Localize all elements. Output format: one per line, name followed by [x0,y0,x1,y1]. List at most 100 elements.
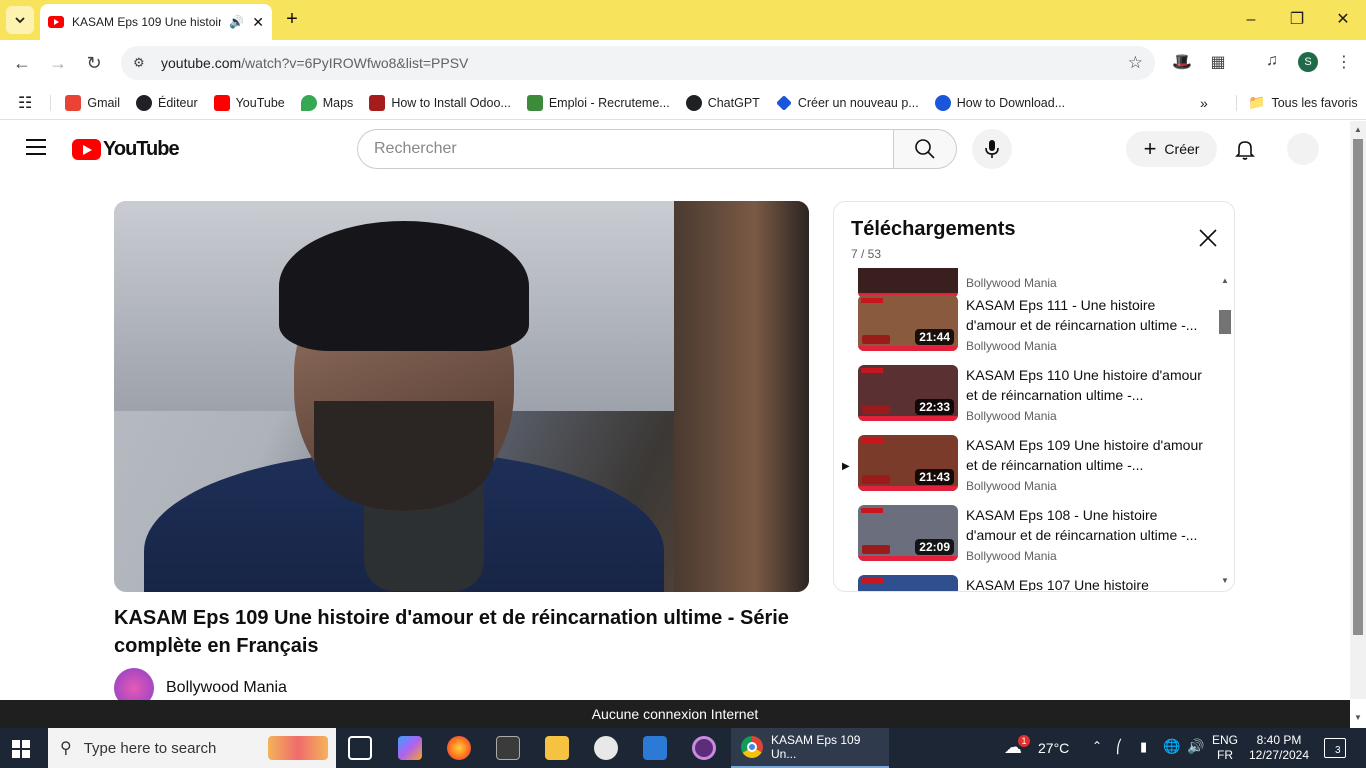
windows-start-icon[interactable] [12,740,30,758]
close-tab-icon[interactable]: ✕ [252,14,264,31]
scroll-up-arrow-icon[interactable]: ▲ [1221,276,1229,285]
bookmark-maps[interactable]: Maps [300,94,354,111]
search-icon: ⚲ [60,740,72,757]
more-bookmarks-icon[interactable]: » [1200,95,1208,111]
volume-icon[interactable]: 🔊 [1187,738,1204,755]
create-button[interactable]: + Créer [1126,131,1217,167]
address-bar[interactable]: ⚙ youtube.com/watch?v=6PyIROWfwo8&list=P… [121,46,1155,80]
umbrella-app-icon[interactable] [594,736,618,760]
browser-tab-active[interactable]: KASAM Eps 109 Une histoire d'amour 🔊 ✕ [40,4,272,40]
apps-grid-icon[interactable]: ☷ [18,93,32,113]
close-playlist-icon[interactable] [1196,226,1220,250]
bookmark-label: Éditeur [158,95,198,110]
close-window-icon[interactable]: ✕ [1331,8,1355,32]
vscode-icon[interactable] [643,736,667,760]
bookmark-download[interactable]: How to Download... [934,94,1065,111]
playlist-title[interactable]: Téléchargements [851,218,1016,241]
search-button[interactable] [893,129,957,169]
speaker-icon[interactable]: 🔊 [229,15,244,29]
scroll-down-arrow-icon[interactable]: ▼ [1354,713,1362,722]
taskbar-window-label: KASAM Eps 109 Un... [770,733,861,761]
weather-icon[interactable]: ☁ 1 [1004,735,1030,759]
video-player[interactable] [114,201,809,592]
bookmark-star-icon[interactable]: ☆ [1128,53,1143,73]
firefox-icon[interactable] [447,736,471,760]
back-arrow-icon[interactable]: ← [10,51,34,75]
notification-count: 3 [1335,745,1341,756]
bookmark-emploi[interactable]: Emploi - Recruteme... [526,94,670,111]
site-settings-icon[interactable]: ⚙ [133,55,149,71]
bookmark-chatgpt[interactable]: ChatGPT [685,94,760,111]
clock[interactable]: 8:40 PM 12/27/2024 [1248,733,1310,763]
bookmark-label: Gmail [87,95,120,110]
incognito-hat-icon[interactable]: 🎩 [1171,52,1193,74]
taskbar-search-placeholder: Type here to search [83,739,217,757]
taskbar-chrome-window[interactable]: KASAM Eps 109 Un... [731,728,889,768]
network-globe-icon[interactable]: 🌐 [1163,738,1180,755]
taskbar-search-input[interactable]: ⚲ Type here to search [48,728,336,768]
playlist-item-title: KASAM Eps 107 Une histoire [966,577,1149,592]
video-thumbnail [858,268,958,298]
account-avatar[interactable] [1287,133,1319,165]
video-duration: 22:33 [915,399,954,415]
language-indicator[interactable]: ENG FR [1212,733,1238,763]
extensions-puzzle-icon[interactable]: ▦ [1207,52,1229,74]
tab-search-button[interactable] [6,6,34,34]
now-playing-indicator-icon: ▶ [842,461,850,472]
copilot-icon[interactable] [398,736,422,760]
create-label: Créer [1164,141,1200,157]
all-bookmarks-folder[interactable]: 📁 Tous les favoris [1248,94,1358,111]
task-view-icon[interactable] [348,736,372,760]
weather-temperature[interactable]: 27°C [1038,740,1069,756]
playlist-item[interactable]: 22:09 KASAM Eps 108 - Une histoire d'amo… [834,505,1220,575]
device-icon[interactable]: ⎛ [1116,739,1123,755]
folder-icon: 📁 [1248,94,1266,110]
playlist-item[interactable]: 22:33 KASAM Eps 110 Une histoire d'amour… [834,365,1220,435]
watched-progress-bar [858,486,958,491]
bookmark-creer[interactable]: Créer un nouveau p... [775,94,919,111]
battery-icon[interactable]: ▮ [1140,739,1147,755]
media-controls-icon[interactable]: ♫ [1261,52,1283,74]
scrollbar-thumb[interactable] [1219,310,1231,334]
scroll-up-arrow-icon[interactable]: ▲ [1354,125,1362,134]
video-editor-icon[interactable] [496,736,520,760]
language-code: ENG [1212,733,1239,747]
chrome-menu-icon[interactable]: ⋮ [1333,52,1355,74]
search-input[interactable]: Rechercher [357,129,894,169]
bookmark-youtube[interactable]: YouTube [213,94,285,111]
notifications-bell-icon[interactable] [1233,137,1257,161]
bookmark-editeur[interactable]: Éditeur [136,94,198,111]
playlist-scrollbar[interactable]: ▲ ▼ [1218,276,1232,586]
bookmark-label: How to Install Odoo... [391,95,511,110]
video-thumbnail: 21:44 [858,295,958,351]
playlist-items: Bollywood Mania 21:44 KASAM Eps 111 - Un… [834,268,1220,592]
notification-center-icon[interactable]: 3 [1324,738,1346,758]
reload-icon[interactable]: ↻ [82,51,106,75]
playlist-item[interactable]: 21:44 KASAM Eps 111 - Une histoire d'amo… [834,295,1220,365]
playlist-item-current[interactable]: ▶ 21:43 KASAM Eps 109 Une histoire d'amo… [834,435,1220,505]
media-app-icon[interactable] [692,736,716,760]
restore-icon[interactable]: ❐ [1285,8,1309,32]
bookmark-gmail[interactable]: Gmail [65,94,120,111]
file-explorer-icon[interactable] [545,736,569,760]
menu-hamburger-icon[interactable] [26,139,46,155]
new-tab-button[interactable]: + [282,9,302,30]
bookmark-label: Maps [322,95,354,110]
chrome-icon [741,736,763,758]
playlist-item[interactable]: KASAM Eps 107 Une histoire [834,575,1220,592]
video-frame-hair [279,221,529,351]
scrollbar-thumb[interactable] [1353,139,1363,635]
forward-arrow-icon[interactable]: → [46,51,70,75]
scroll-down-arrow-icon[interactable]: ▼ [1221,576,1229,585]
bookmark-label: Emploi - Recruteme... [548,95,670,110]
profile-avatar[interactable]: S [1298,52,1318,72]
bookmark-odoo[interactable]: How to Install Odoo... [369,94,511,111]
voice-search-button[interactable] [972,129,1012,169]
show-hidden-icons-chevron-icon[interactable]: ⌃ [1092,739,1102,753]
bookmarks-bar: ☷ Gmail Éditeur YouTube Maps How to Inst… [0,86,1366,120]
page-scrollbar[interactable]: ▲ ▼ [1350,121,1366,722]
browser-toolbar: ← → ↻ ⚙ youtube.com/watch?v=6PyIROWfwo8&… [0,40,1366,86]
youtube-logo[interactable]: YouTube [72,138,180,161]
minimize-icon[interactable]: – [1239,8,1263,32]
channel-name[interactable]: Bollywood Mania [166,679,287,697]
